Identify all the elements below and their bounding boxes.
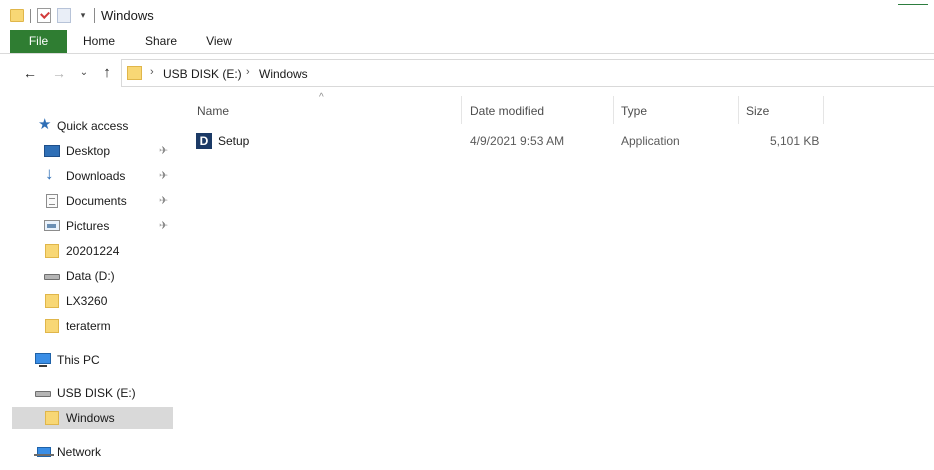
sidebar-item-label: USB DISK (E:) — [57, 386, 136, 400]
new-folder-icon[interactable] — [57, 8, 71, 23]
sidebar-item-label: Quick access — [57, 119, 129, 133]
download-icon — [44, 163, 60, 185]
column-divider[interactable] — [613, 96, 614, 124]
window-title: Windows — [101, 8, 154, 23]
drive-icon — [35, 391, 51, 397]
sort-ascending-icon: ^ — [319, 92, 324, 103]
star-icon — [38, 114, 54, 136]
sidebar-item-label: teraterm — [66, 319, 111, 333]
sidebar-item-20201224[interactable]: 20201224 — [0, 240, 175, 262]
column-header-date-modified[interactable]: Date modified — [470, 104, 544, 118]
toolbar-divider — [30, 9, 31, 23]
folder-icon — [45, 294, 59, 308]
sidebar-item-label: This PC — [57, 353, 100, 367]
tab-share[interactable]: Share — [140, 30, 182, 53]
file-type: Application — [621, 134, 680, 148]
pictures-icon — [44, 220, 60, 231]
app-icon: D — [196, 133, 212, 149]
recent-locations-button[interactable]: ⌄ — [75, 64, 93, 82]
sidebar-item-label: Data (D:) — [66, 269, 115, 283]
folder-icon — [45, 411, 59, 425]
file-size: 5,101 KB — [770, 134, 820, 148]
pc-icon — [35, 353, 51, 367]
breadcrumb-usb-disk[interactable]: USB DISK (E:) — [163, 67, 242, 81]
column-header-size[interactable]: Size — [746, 104, 769, 118]
documents-icon — [46, 194, 58, 208]
sidebar-item-downloads[interactable]: Downloads ✈ — [0, 163, 175, 187]
sidebar-item-documents[interactable]: Documents ✈ — [0, 190, 175, 212]
up-button[interactable]: ↑ — [98, 64, 116, 82]
properties-icon[interactable] — [37, 8, 51, 23]
sidebar-item-label: Network — [57, 445, 102, 459]
pin-icon[interactable]: ✈ — [159, 165, 168, 187]
file-name[interactable]: Setup — [218, 134, 249, 148]
sidebar-item-quick-access[interactable]: Quick access — [0, 114, 175, 137]
file-date-modified: 4/9/2021 9:53 AM — [470, 134, 565, 148]
folder-icon[interactable] — [10, 9, 24, 22]
column-divider[interactable] — [461, 96, 462, 124]
column-divider[interactable] — [823, 96, 824, 124]
folder-icon — [127, 66, 142, 80]
sidebar-item-this-pc[interactable]: This PC — [0, 349, 175, 371]
sidebar-item-label: Pictures — [66, 219, 110, 233]
sidebar-item-lx3260[interactable]: LX3260 — [0, 290, 175, 312]
navigation-pane: Quick access Desktop ✈ Downloads ✈ Docum… — [0, 108, 180, 470]
customize-dropdown-icon[interactable]: ▾ — [77, 8, 89, 22]
forward-button[interactable]: → — [50, 64, 68, 82]
address-bar[interactable]: › USB DISK (E:) › Windows — [121, 59, 934, 87]
sidebar-item-label: LX3260 — [66, 294, 108, 308]
sidebar-item-usb-disk[interactable]: USB DISK (E:) — [0, 382, 175, 404]
pin-icon[interactable]: ✈ — [159, 215, 168, 237]
title-bar-accent — [898, 4, 928, 5]
folder-icon — [45, 319, 59, 333]
pin-icon[interactable]: ✈ — [159, 140, 168, 162]
sidebar-item-label: Windows — [66, 411, 115, 425]
tab-view[interactable]: View — [198, 30, 240, 53]
sidebar-item-label: 20201224 — [66, 244, 120, 258]
network-icon — [34, 447, 54, 457]
tab-home[interactable]: Home — [76, 30, 122, 53]
sidebar-item-label: Desktop — [66, 144, 111, 158]
file-row[interactable]: D Setup 4/9/2021 9:53 AM Application 5,1… — [190, 129, 830, 153]
sidebar-item-network[interactable]: Network — [0, 441, 175, 463]
sidebar-item-label: Downloads — [66, 169, 126, 183]
toolbar-divider — [94, 8, 95, 23]
column-divider[interactable] — [738, 96, 739, 124]
drive-icon — [44, 274, 60, 280]
tab-file[interactable]: File — [10, 30, 67, 53]
sidebar-item-pictures[interactable]: Pictures ✈ — [0, 215, 175, 237]
column-header-name[interactable]: Name — [197, 104, 229, 118]
breadcrumb-windows[interactable]: Windows — [259, 67, 308, 81]
navigation-bar: ← → ⌄ ↑ › USB DISK (E:) › Windows — [0, 56, 934, 90]
desktop-icon — [44, 145, 60, 157]
sidebar-item-windows[interactable]: Windows — [12, 407, 173, 429]
sidebar-item-label: Documents — [66, 194, 127, 208]
back-button[interactable]: ← — [21, 64, 39, 82]
breadcrumb-chevron-icon[interactable]: › — [246, 66, 250, 78]
ribbon-tabs: File Home Share View — [0, 30, 934, 54]
title-bar: ▾ Windows — [0, 0, 934, 30]
column-header-type[interactable]: Type — [621, 104, 647, 118]
folder-icon — [45, 244, 59, 258]
sidebar-item-desktop[interactable]: Desktop ✈ — [0, 140, 175, 162]
pin-icon[interactable]: ✈ — [159, 190, 168, 212]
breadcrumb-chevron-icon[interactable]: › — [150, 66, 154, 78]
sidebar-item-data-drive[interactable]: Data (D:) — [0, 265, 175, 287]
sidebar-item-teraterm[interactable]: teraterm — [0, 315, 175, 337]
